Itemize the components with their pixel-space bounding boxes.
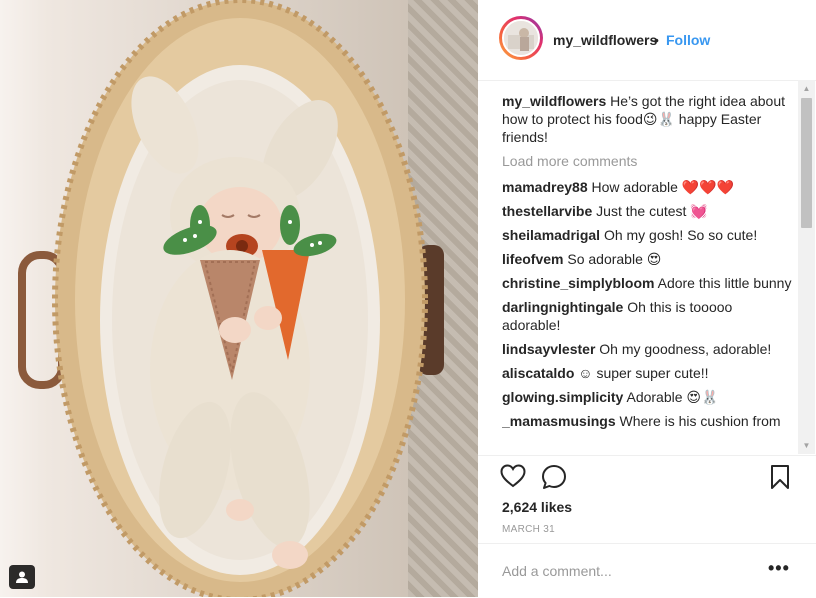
comment-text: How adorable ❤️❤️❤️	[591, 179, 735, 195]
post-header: my_wildflowers • Follow	[478, 0, 816, 81]
post-photo[interactable]	[0, 0, 478, 597]
baby-in-basket-image	[18, 0, 444, 597]
load-more-comments-link[interactable]: Load more comments	[502, 152, 794, 170]
comments-list[interactable]: my_wildflowers He’s got the right idea a…	[502, 92, 794, 454]
comment-username[interactable]: christine_simplybloom	[502, 275, 654, 291]
comment-row: aliscataldo ☺ super super cute!!	[502, 364, 794, 382]
comment-row: thestellarvibe Just the cutest 💓	[502, 202, 794, 220]
comment-text: Adore this little bunny	[657, 275, 792, 291]
likes-count[interactable]: 2,624 likes	[502, 499, 572, 515]
post-actions-bar	[478, 455, 816, 496]
comment-text: Oh my gosh! So so cute!	[603, 227, 758, 243]
comment-row: glowing.simplicity Adorable 😍🐰	[502, 388, 794, 406]
comment-row: lifeofvem So adorable 😍	[502, 250, 794, 268]
caption: my_wildflowers He’s got the right idea a…	[502, 92, 794, 146]
caption-username[interactable]: my_wildflowers	[502, 93, 606, 109]
story-ring[interactable]	[499, 16, 543, 60]
scroll-down-arrow-icon[interactable]: ▼	[798, 437, 815, 454]
comment-bubble-icon[interactable]	[541, 464, 567, 495]
comment-row: christine_simplybloom Adore this little …	[502, 274, 794, 292]
post-date[interactable]: MARCH 31	[502, 524, 555, 535]
add-comment-section: •••	[478, 543, 816, 598]
comment-text: Adorable 😍🐰	[626, 389, 719, 405]
comment-row: lindsayvlester Oh my goodness, adorable!	[502, 340, 794, 358]
comment-username[interactable]: glowing.simplicity	[502, 389, 623, 405]
scroll-up-arrow-icon[interactable]: ▲	[798, 80, 815, 97]
comment-username[interactable]: darlingnightingale	[502, 299, 623, 315]
comment-row: sheilamadrigal Oh my gosh! So so cute!	[502, 226, 794, 244]
comment-username[interactable]: thestellarvibe	[502, 203, 592, 219]
comment-username[interactable]: lifeofvem	[502, 251, 563, 267]
more-options-button[interactable]: •••	[768, 558, 790, 579]
separator-dot: •	[654, 32, 659, 48]
add-comment-input[interactable]	[502, 561, 742, 581]
comment-username[interactable]: _mamasmusings	[502, 413, 616, 429]
avatar-image	[504, 21, 538, 55]
comments-scrollbar[interactable]: ▲ ▼	[798, 80, 815, 454]
tagged-users-button[interactable]	[9, 565, 35, 589]
header-username[interactable]: my_wildflowers	[553, 32, 657, 48]
comment-text: Oh my goodness, adorable!	[599, 341, 772, 357]
comment-text: So adorable 😍	[567, 251, 662, 267]
post-side-panel: my_wildflowers • Follow my_wildflowers H…	[478, 0, 816, 597]
comment-username[interactable]: aliscataldo	[502, 365, 574, 381]
comment-row: _mamasmusings Where is his cushion from	[502, 412, 794, 430]
comment-username[interactable]: lindsayvlester	[502, 341, 595, 357]
comment-row: mamadrey88 How adorable ❤️❤️❤️	[502, 178, 794, 196]
comment-text: Just the cutest 💓	[596, 203, 708, 219]
comment-text: ☺ super super cute!!	[578, 365, 709, 381]
bookmark-icon[interactable]	[770, 464, 790, 495]
comment-username[interactable]: sheilamadrigal	[502, 227, 600, 243]
comment-username[interactable]: mamadrey88	[502, 179, 588, 195]
comment-text: Where is his cushion from	[619, 413, 781, 429]
avatar[interactable]	[502, 19, 540, 57]
user-tag-icon	[16, 571, 28, 583]
comment-row: darlingnightingale Oh this is tooooo ado…	[502, 298, 794, 334]
scrollbar-thumb[interactable]	[801, 98, 812, 228]
heart-icon[interactable]	[500, 464, 526, 493]
follow-button[interactable]: Follow	[666, 32, 710, 48]
